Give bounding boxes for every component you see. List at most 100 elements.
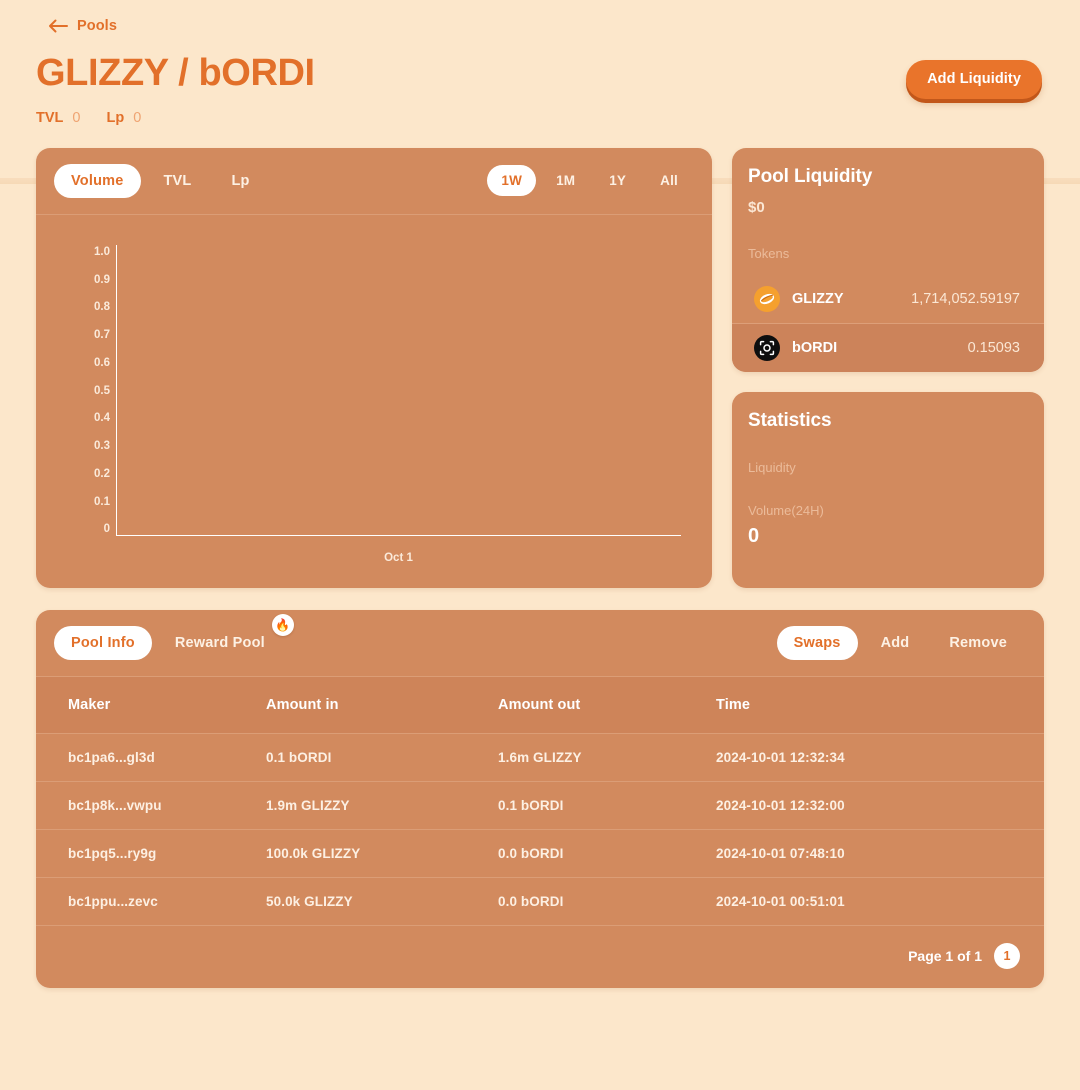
pool-info-right-tabs: Swaps Add Remove bbox=[776, 625, 1024, 660]
chart-plot-area bbox=[116, 244, 681, 536]
column-header-maker: Maker bbox=[68, 696, 111, 713]
page-title: GLIZZY / bORDI bbox=[36, 52, 315, 94]
header-stat-tvl-label: TVL bbox=[36, 109, 64, 126]
tab-reward-pool[interactable]: Reward Pool bbox=[158, 626, 282, 660]
cell-amount-in: 100.0k GLIZZY bbox=[266, 828, 498, 878]
pagination-text: Page 1 of 1 bbox=[908, 947, 982, 964]
pagination-page-1-button[interactable]: 1 bbox=[994, 942, 1020, 969]
cell-time: 2024-10-01 00:51:01 bbox=[716, 876, 1044, 925]
cell-time: 2024-10-01 12:32:00 bbox=[716, 780, 1044, 830]
statistics-volume24h: Volume(24H) 0 bbox=[748, 503, 1028, 548]
chart-x-axis-label: Oct 1 bbox=[384, 551, 413, 564]
token-amount-glizzy: 1,714,052.59197 bbox=[911, 290, 1020, 307]
tab-reward-pool-wrap: Reward Pool 🔥 bbox=[158, 613, 294, 660]
cell-amount-out: 0.0 bORDI bbox=[498, 876, 716, 925]
y-tick: 0.1 bbox=[94, 495, 110, 508]
chart-body: 1.0 0.9 0.8 0.7 0.6 0.5 0.4 0.3 0.2 0.1 … bbox=[36, 215, 712, 588]
tab-swaps[interactable]: Swaps bbox=[776, 625, 858, 660]
statistics-title: Statistics bbox=[748, 409, 832, 431]
cell-amount-out: 0.1 bORDI bbox=[498, 780, 716, 830]
tab-lp[interactable]: Lp bbox=[215, 164, 267, 198]
cell-maker: bc1pq5...ry9g bbox=[36, 828, 266, 878]
bordi-token-icon bbox=[754, 334, 780, 361]
pool-liquidity-title: Pool Liquidity bbox=[748, 165, 873, 187]
statistics-liquidity-label: Liquidity bbox=[748, 459, 796, 475]
top-section: Volume TVL Lp 1W 1M 1Y All 1.0 0.9 0.8 0… bbox=[36, 147, 1044, 588]
y-tick: 0.7 bbox=[94, 329, 110, 342]
token-amount-bordi: 0.15093 bbox=[967, 339, 1020, 356]
pagination: Page 1 of 1 1 bbox=[36, 924, 1044, 988]
token-name-bordi: bORDI bbox=[792, 339, 838, 356]
header-stat-lp: Lp 0 bbox=[106, 110, 141, 126]
pool-info-card: Pool Info Reward Pool 🔥 Swaps Add Remove bbox=[36, 609, 1044, 988]
page-header: Pools GLIZZY / bORDI TVL 0 Lp 0 Add Liqu… bbox=[0, 0, 1080, 184]
y-tick: 0.6 bbox=[94, 356, 110, 369]
cell-time: 2024-10-01 07:48:10 bbox=[716, 828, 1044, 878]
range-1y[interactable]: 1Y bbox=[595, 165, 640, 196]
tab-add[interactable]: Add bbox=[864, 626, 927, 660]
cell-amount-out: 0.0 bORDI bbox=[498, 828, 716, 878]
token-name-glizzy: GLIZZY bbox=[792, 290, 844, 307]
pool-info-left-tabs: Pool Info Reward Pool 🔥 bbox=[54, 613, 294, 660]
table-row[interactable]: bc1pq5...ry9g 100.0k GLIZZY 0.0 bORDI 20… bbox=[36, 828, 1044, 878]
table-row[interactable]: bc1ppu...zevc 50.0k GLIZZY 0.0 bORDI 202… bbox=[36, 876, 1044, 925]
cell-amount-in: 1.9m GLIZZY bbox=[266, 780, 498, 830]
tab-tvl[interactable]: TVL bbox=[147, 164, 209, 198]
chart-metric-tabs: Volume TVL Lp bbox=[54, 163, 267, 198]
chart-card: Volume TVL Lp 1W 1M 1Y All 1.0 0.9 0.8 0… bbox=[36, 147, 712, 588]
statistics-liquidity: Liquidity bbox=[748, 460, 1028, 475]
y-tick: 0.2 bbox=[94, 467, 110, 480]
cell-maker: bc1p8k...vwpu bbox=[36, 780, 266, 830]
y-tick: 0 bbox=[103, 523, 110, 536]
pool-detail-page: Pools GLIZZY / bORDI TVL 0 Lp 0 Add Liqu… bbox=[0, 0, 1080, 1090]
y-tick: 0.3 bbox=[94, 440, 110, 453]
header-stat-tvl-value: 0 bbox=[72, 109, 81, 126]
bottom-section: Pool Info Reward Pool 🔥 Swaps Add Remove bbox=[0, 588, 1080, 988]
tab-remove[interactable]: Remove bbox=[932, 626, 1024, 660]
add-liquidity-button[interactable]: Add Liquidity bbox=[906, 60, 1042, 99]
table-row[interactable]: bc1pa6...gl3d 0.1 bORDI 1.6m GLIZZY 2024… bbox=[36, 732, 1044, 782]
token-list: GLIZZY 1,714,052.59197 bORDI 0.15093 bbox=[732, 275, 1044, 372]
chart-range-tabs: 1W 1M 1Y All bbox=[487, 165, 692, 197]
back-to-pools-link[interactable]: Pools bbox=[48, 14, 117, 38]
range-all[interactable]: All bbox=[646, 165, 692, 196]
tab-volume[interactable]: Volume bbox=[54, 163, 141, 198]
cell-amount-out: 1.6m GLIZZY bbox=[498, 732, 716, 782]
y-tick: 0.9 bbox=[94, 273, 110, 286]
y-tick: 0.5 bbox=[94, 384, 110, 397]
range-1m[interactable]: 1M bbox=[542, 165, 589, 196]
back-link-label: Pools bbox=[77, 18, 117, 34]
y-tick: 0.4 bbox=[94, 412, 110, 425]
header-stat-tvl: TVL 0 bbox=[36, 110, 80, 126]
pool-liquidity-card: Pool Liquidity $0 Tokens GLIZZY 1,714,05… bbox=[732, 147, 1044, 372]
statistics-card: Statistics Liquidity Volume(24H) 0 bbox=[732, 391, 1044, 588]
y-tick: 0.8 bbox=[94, 301, 110, 314]
token-row-glizzy: GLIZZY 1,714,052.59197 bbox=[748, 275, 1028, 323]
chart-plot-wrap: 1.0 0.9 0.8 0.7 0.6 0.5 0.4 0.3 0.2 0.1 … bbox=[62, 237, 686, 578]
table-row[interactable]: bc1p8k...vwpu 1.9m GLIZZY 0.1 bORDI 2024… bbox=[36, 780, 1044, 830]
chart-toolbar: Volume TVL Lp 1W 1M 1Y All bbox=[36, 148, 712, 215]
chart-y-axis: 1.0 0.9 0.8 0.7 0.6 0.5 0.4 0.3 0.2 0.1 … bbox=[76, 245, 110, 536]
column-header-time: Time bbox=[716, 696, 750, 713]
arrow-left-icon bbox=[48, 19, 68, 33]
swaps-table-header-row: Maker Amount in Amount out Time bbox=[36, 676, 1044, 734]
cell-amount-in: 50.0k GLIZZY bbox=[266, 876, 498, 925]
right-column: Pool Liquidity $0 Tokens GLIZZY 1,714,05… bbox=[732, 147, 1044, 588]
token-row-bordi: bORDI 0.15093 bbox=[732, 322, 1044, 372]
column-header-amount-out: Amount out bbox=[498, 696, 581, 713]
main-content: Volume TVL Lp 1W 1M 1Y All 1.0 0.9 0.8 0… bbox=[0, 126, 1080, 588]
statistics-volume24h-value: 0 bbox=[748, 524, 760, 547]
cell-maker: bc1pa6...gl3d bbox=[36, 732, 266, 782]
header-stat-lp-label: Lp bbox=[106, 109, 125, 126]
tokens-label: Tokens bbox=[748, 245, 790, 261]
header-stats: TVL 0 Lp 0 bbox=[36, 110, 1044, 126]
tab-pool-info[interactable]: Pool Info bbox=[54, 625, 152, 660]
header-stat-lp-value: 0 bbox=[133, 109, 142, 126]
pool-liquidity-amount: $0 bbox=[748, 198, 765, 216]
y-tick: 1.0 bbox=[94, 245, 110, 258]
pool-info-toolbar: Pool Info Reward Pool 🔥 Swaps Add Remove bbox=[36, 610, 1044, 677]
statistics-volume24h-label: Volume(24H) bbox=[748, 502, 824, 518]
fire-icon: 🔥 bbox=[271, 613, 294, 636]
cell-maker: bc1ppu...zevc bbox=[36, 876, 266, 925]
range-1w[interactable]: 1W bbox=[487, 165, 537, 197]
